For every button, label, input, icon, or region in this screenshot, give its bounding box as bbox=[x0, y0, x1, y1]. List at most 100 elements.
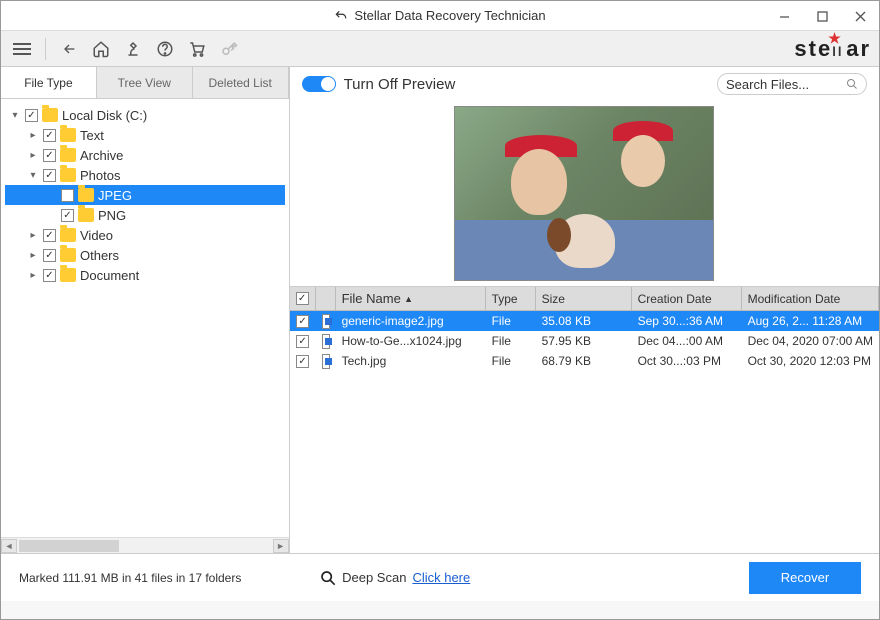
folder-icon bbox=[78, 188, 94, 202]
folder-icon bbox=[60, 168, 76, 182]
tree-checkbox[interactable]: ✓ bbox=[43, 249, 56, 262]
tree-item-png[interactable]: ✓PNG bbox=[5, 205, 285, 225]
tree-checkbox[interactable]: ✓ bbox=[43, 169, 56, 182]
undo-icon bbox=[334, 9, 348, 23]
scroll-thumb[interactable] bbox=[19, 540, 119, 552]
grid-header[interactable]: ✓ File Name ▲ Type Size Creation Date Mo… bbox=[290, 287, 879, 311]
cell-type: File bbox=[486, 334, 536, 348]
search-input[interactable]: Search Files... bbox=[717, 73, 867, 95]
row-checkbox[interactable]: ✓ bbox=[296, 315, 309, 328]
maximize-button[interactable] bbox=[803, 1, 841, 31]
folder-icon bbox=[60, 128, 76, 142]
scroll-right-icon[interactable]: ► bbox=[273, 539, 289, 553]
folder-tree[interactable]: ▾✓Local Disk (C:)▸✓Text▸✓Archive▾✓Photos… bbox=[1, 99, 289, 537]
tree-item-jpeg[interactable]: ✓ JPEG bbox=[5, 185, 285, 205]
tree-item-local-disk-c-[interactable]: ▾✓Local Disk (C:) bbox=[5, 105, 285, 125]
menu-icon[interactable] bbox=[9, 36, 35, 62]
col-creation-date[interactable]: Creation Date bbox=[632, 287, 742, 310]
select-all-checkbox[interactable]: ✓ bbox=[296, 292, 309, 305]
tree-item-photos[interactable]: ▾ ✓ Photos bbox=[5, 165, 285, 185]
table-row[interactable]: ✓generic-image2.jpgFile35.08 KBSep 30...… bbox=[290, 311, 879, 331]
brand-logo: stel★lar bbox=[794, 36, 871, 62]
tree-h-scrollbar[interactable]: ◄ ► bbox=[1, 537, 289, 553]
cell-name: How-to-Ge...x1024.jpg bbox=[336, 334, 486, 348]
cart-icon[interactable] bbox=[184, 36, 210, 62]
table-row[interactable]: ✓How-to-Ge...x1024.jpgFile57.95 KBDec 04… bbox=[290, 331, 879, 351]
recover-button[interactable]: Recover bbox=[749, 562, 861, 594]
help-icon[interactable] bbox=[152, 36, 178, 62]
toolbar: stel★lar bbox=[1, 31, 879, 67]
tree-checkbox[interactable]: ✓ bbox=[61, 209, 74, 222]
preview-toggle[interactable] bbox=[302, 76, 336, 92]
tree-label: Archive bbox=[80, 148, 123, 163]
tree-item-video[interactable]: ▸ ✓ Video bbox=[5, 225, 285, 245]
folder-icon bbox=[60, 228, 76, 242]
tree-checkbox[interactable]: ✓ bbox=[43, 229, 56, 242]
tree-item-text[interactable]: ▸ ✓ Text bbox=[5, 125, 285, 145]
status-text: Marked 111.91 MB in 41 files in 17 folde… bbox=[19, 571, 241, 585]
tree-label: JPEG bbox=[98, 188, 132, 203]
tree-label: Video bbox=[80, 228, 113, 243]
tree-checkbox[interactable]: ✓ bbox=[43, 149, 56, 162]
tree-checkbox[interactable]: ✓ bbox=[43, 269, 56, 282]
chevron-right-icon[interactable]: ▸ bbox=[27, 230, 39, 241]
key-icon[interactable] bbox=[216, 36, 242, 62]
cell-cdate: Sep 30...:36 AM bbox=[632, 314, 742, 328]
file-icon bbox=[322, 314, 330, 329]
cell-mdate: Aug 26, 2... 11:28 AM bbox=[742, 314, 879, 328]
chevron-down-icon[interactable]: ▾ bbox=[9, 110, 21, 121]
microscope-icon[interactable] bbox=[120, 36, 146, 62]
search-icon bbox=[846, 78, 858, 90]
footer: Marked 111.91 MB in 41 files in 17 folde… bbox=[1, 553, 879, 601]
row-checkbox[interactable]: ✓ bbox=[296, 355, 309, 368]
deep-scan-link[interactable]: Click here bbox=[412, 570, 470, 585]
preview-pane bbox=[290, 101, 879, 286]
tab-tree-view[interactable]: Tree View bbox=[97, 67, 193, 98]
file-icon bbox=[322, 334, 330, 349]
minimize-button[interactable] bbox=[765, 1, 803, 31]
col-filename[interactable]: File Name ▲ bbox=[336, 287, 486, 310]
deep-scan-label: Deep Scan bbox=[342, 570, 406, 585]
scroll-left-icon[interactable]: ◄ bbox=[1, 539, 17, 553]
cell-name: Tech.jpg bbox=[336, 354, 486, 368]
chevron-right-icon[interactable]: ▸ bbox=[27, 250, 39, 261]
deep-scan: Deep Scan Click here bbox=[320, 570, 470, 586]
file-icon bbox=[322, 354, 330, 369]
col-modification-date[interactable]: Modification Date bbox=[742, 287, 879, 310]
chevron-right-icon[interactable]: ▸ bbox=[27, 150, 39, 161]
tree-item-archive[interactable]: ▸ ✓ Archive bbox=[5, 145, 285, 165]
row-checkbox[interactable]: ✓ bbox=[296, 335, 309, 348]
tab-deleted-list[interactable]: Deleted List bbox=[193, 67, 289, 98]
cell-mdate: Oct 30, 2020 12:03 PM bbox=[742, 354, 879, 368]
cell-size: 68.79 KB bbox=[536, 354, 632, 368]
preview-image bbox=[454, 106, 714, 281]
folder-icon bbox=[60, 248, 76, 262]
tree-item-document[interactable]: ▸ ✓ Document bbox=[5, 265, 285, 285]
chevron-right-icon[interactable]: ▸ bbox=[27, 130, 39, 141]
tree-checkbox[interactable]: ✓ bbox=[25, 109, 38, 122]
home-icon[interactable] bbox=[88, 36, 114, 62]
magnify-icon bbox=[320, 570, 336, 586]
tree-label: Others bbox=[80, 248, 119, 263]
chevron-down-icon[interactable]: ▾ bbox=[27, 170, 39, 181]
col-type[interactable]: Type bbox=[486, 287, 536, 310]
table-row[interactable]: ✓Tech.jpgFile68.79 KBOct 30...:03 PMOct … bbox=[290, 351, 879, 371]
folder-icon bbox=[60, 148, 76, 162]
cell-size: 35.08 KB bbox=[536, 314, 632, 328]
tree-label: Document bbox=[80, 268, 139, 283]
folder-icon bbox=[42, 108, 58, 122]
tree-checkbox[interactable]: ✓ bbox=[61, 189, 74, 202]
tree-item-others[interactable]: ▸ ✓ Others bbox=[5, 245, 285, 265]
tab-file-type[interactable]: File Type bbox=[1, 67, 97, 98]
tree-label: Photos bbox=[80, 168, 120, 183]
tree-label: Text bbox=[80, 128, 104, 143]
col-size[interactable]: Size bbox=[536, 287, 632, 310]
close-button[interactable] bbox=[841, 1, 879, 31]
preview-toggle-label: Turn Off Preview bbox=[344, 76, 456, 93]
cell-cdate: Oct 30...:03 PM bbox=[632, 354, 742, 368]
back-icon[interactable] bbox=[56, 36, 82, 62]
chevron-right-icon[interactable]: ▸ bbox=[27, 270, 39, 281]
cell-name: generic-image2.jpg bbox=[336, 314, 486, 328]
separator bbox=[45, 38, 46, 60]
tree-checkbox[interactable]: ✓ bbox=[43, 129, 56, 142]
